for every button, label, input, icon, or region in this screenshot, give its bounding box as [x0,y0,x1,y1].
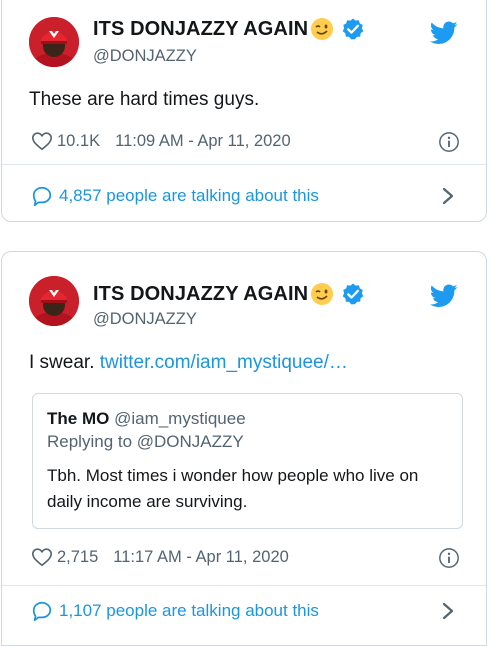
display-name[interactable]: ITS DONJAZZY AGAIN [93,282,365,306]
divider [2,585,486,586]
winking-emoji-icon [311,18,334,40]
twitter-bird-icon[interactable] [430,284,458,308]
tweet-link[interactable]: twitter.com/iam_mystiquee/… [100,352,348,373]
tweet-card[interactable]: ITS DONJAZZY AGAIN @DONJAZZY I swear. tw… [1,251,487,646]
replying-to: Replying to @DONJAZZY [47,432,244,451]
heart-icon[interactable] [31,130,53,152]
chevron-right-icon[interactable] [440,186,456,206]
conversation-link[interactable]: 4,857 people are talking about this [31,185,319,207]
conversation-link[interactable]: 1,107 people are talking about this [31,600,319,622]
talking-count: 4,857 people are talking about this [59,186,319,205]
speech-bubble-icon [32,601,52,622]
tweet-text-body: These are hard times guys. [29,89,260,110]
info-icon[interactable] [438,547,460,569]
tweet-meta: 2,715 11:17 AM - Apr 11, 2020 [31,546,289,568]
display-name-text: ITS DONJAZZY AGAIN [93,17,309,40]
twitter-bird-icon[interactable] [430,21,458,45]
speech-bubble-icon [32,186,52,207]
like-count[interactable]: 10.1K [57,132,100,151]
display-name-text: ITS DONJAZZY AGAIN [93,282,309,305]
chevron-right-icon[interactable] [440,601,456,621]
handle[interactable]: @DONJAZZY [93,310,197,329]
divider [2,164,486,165]
timestamp[interactable]: 11:09 AM - Apr 11, 2020 [115,132,291,151]
talking-count: 1,107 people are talking about this [59,601,319,620]
quoted-tweet[interactable]: The MO @iam_mystiquee Replying to @DONJA… [32,393,463,529]
avatar[interactable] [29,17,79,67]
quoted-display-name[interactable]: The MO [47,409,109,428]
winking-emoji-icon [311,283,334,305]
tweet-text: I swear. twitter.com/iam_mystiquee/… [29,352,348,374]
verified-badge-icon [342,283,364,305]
avatar[interactable] [29,276,79,326]
heart-icon[interactable] [31,546,53,568]
tweet-text-body: I swear. [29,352,100,373]
verified-badge-icon [342,18,364,40]
like-count[interactable]: 2,715 [57,548,98,567]
display-name[interactable]: ITS DONJAZZY AGAIN [93,17,365,41]
quoted-tweet-header: The MO @iam_mystiquee [47,409,246,429]
quoted-handle[interactable]: @iam_mystiquee [114,409,246,428]
info-icon[interactable] [438,131,460,153]
tweet-meta: 10.1K 11:09 AM - Apr 11, 2020 [31,130,291,152]
tweet-text: These are hard times guys. [29,89,259,111]
quoted-tweet-text: Tbh. Most times i wonder how people who … [47,466,419,511]
handle[interactable]: @DONJAZZY [93,47,197,66]
tweet-card[interactable]: ITS DONJAZZY AGAIN @DONJAZZY These are h… [1,0,487,222]
timestamp[interactable]: 11:17 AM - Apr 11, 2020 [113,548,289,567]
